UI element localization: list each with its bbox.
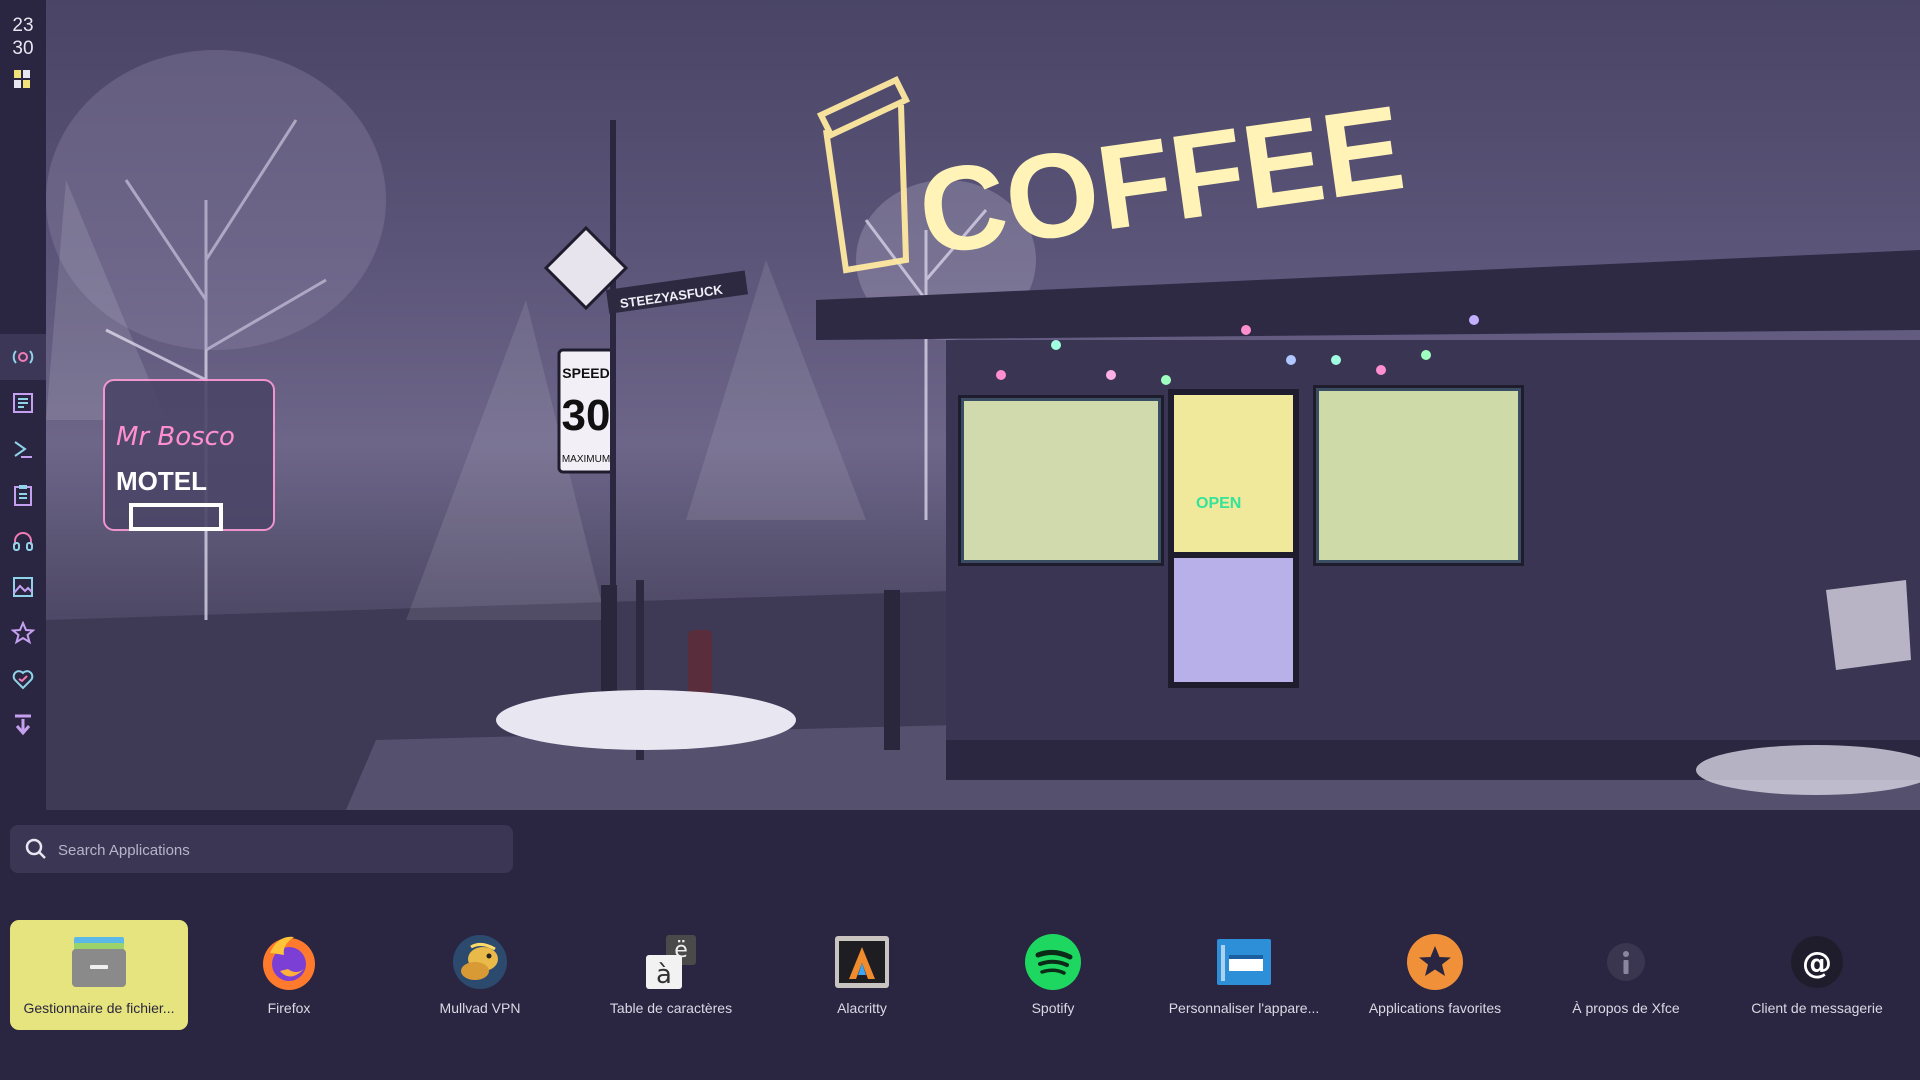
- open-sign: OPEN: [1196, 495, 1241, 512]
- heart-icon: [12, 670, 34, 690]
- app-label: À propos de Xfce: [1572, 1000, 1680, 1016]
- clock-hours: 23: [12, 15, 34, 36]
- speed-sign-top: SPEED: [562, 365, 609, 381]
- search-bar[interactable]: [10, 825, 513, 873]
- sidebar-clipboard[interactable]: [0, 472, 46, 518]
- sidebar-terminal[interactable]: [0, 426, 46, 472]
- download-icon: [15, 714, 31, 736]
- headphones-icon: [13, 532, 33, 551]
- desktop-wallpaper: Mr Bosco MOTEL SPEED 30 MAXIMUM STEEZYAS…: [46, 0, 1920, 810]
- app-mail-client[interactable]: @ Client de messagerie: [1728, 920, 1906, 1030]
- star-icon: [11, 621, 35, 645]
- workspace-icon[interactable]: [14, 70, 30, 88]
- sidebar-star[interactable]: [0, 610, 46, 656]
- search-icon: [25, 838, 46, 859]
- wallpaper-art: Mr Bosco MOTEL SPEED 30 MAXIMUM STEEZYAS…: [46, 50, 1920, 810]
- appearance-icon: [1217, 939, 1271, 985]
- spotify-icon: [1025, 934, 1081, 990]
- app-mullvad[interactable]: Mullvad VPN: [391, 920, 569, 1030]
- app-charmap[interactable]: ë à Table de caractères: [582, 920, 760, 1030]
- app-label: Alacritty: [837, 1000, 887, 1016]
- app-alacritty[interactable]: Alacritty: [773, 920, 951, 1030]
- app-spotify[interactable]: Spotify: [964, 920, 1142, 1030]
- app-label: Firefox: [267, 1000, 311, 1016]
- file-manager-icon: [72, 937, 126, 987]
- app-favorites[interactable]: Applications favorites: [1346, 920, 1524, 1030]
- sidebar-radio[interactable]: [0, 334, 46, 380]
- app-label: Client de messagerie: [1751, 1000, 1883, 1016]
- speed-sign-value: 30: [562, 391, 611, 440]
- app-label: Mullvad VPN: [439, 1000, 521, 1016]
- image-icon: [13, 577, 33, 597]
- app-label: Applications favorites: [1368, 1000, 1502, 1016]
- app-file-manager[interactable]: Gestionnaire de fichier...: [10, 920, 188, 1030]
- sidebar-heart[interactable]: [0, 656, 46, 702]
- firefox-icon: [263, 936, 315, 990]
- app-launcher: Gestionnaire de fichier... Firefox: [0, 810, 1920, 1080]
- sidebar-headphones[interactable]: [0, 518, 46, 564]
- sidebar-image[interactable]: [0, 564, 46, 610]
- left-panel: 23 30: [0, 0, 46, 810]
- app-label: Table de caractères: [609, 1000, 733, 1016]
- radio-icon: [12, 350, 34, 364]
- speed-sign-bottom: MAXIMUM: [562, 454, 610, 465]
- alacritty-icon: [835, 936, 889, 988]
- info-icon: [1607, 943, 1645, 981]
- sidebar-download[interactable]: [0, 702, 46, 748]
- motel-sign-script: Mr Bosco: [116, 422, 235, 452]
- terminal-icon: [14, 441, 32, 458]
- app-label: Spotify: [1031, 1000, 1075, 1016]
- charmap-icon: ë à: [646, 935, 696, 990]
- app-firefox[interactable]: Firefox: [200, 920, 378, 1030]
- app-grid: Gestionnaire de fichier... Firefox Mullv…: [10, 920, 1910, 1032]
- app-label: Gestionnaire de fichier...: [23, 1000, 175, 1016]
- coffee-sign: COFFEE: [911, 80, 1412, 280]
- motel-sign: MOTEL: [116, 466, 207, 496]
- search-input[interactable]: [56, 833, 500, 867]
- app-label: Personnaliser l'appare...: [1168, 1000, 1320, 1016]
- clipboard-icon: [14, 485, 32, 506]
- mullvad-icon: [453, 935, 507, 989]
- sidebar-notes[interactable]: [0, 380, 46, 426]
- clock: 23 30: [0, 14, 46, 60]
- app-about-xfce[interactable]: À propos de Xfce: [1537, 920, 1715, 1030]
- svg-text:@: @: [1802, 946, 1832, 981]
- favorites-icon: [1407, 934, 1463, 990]
- notes-icon: [13, 393, 33, 413]
- app-appearance[interactable]: Personnaliser l'appare...: [1155, 920, 1333, 1030]
- svg-text:à: à: [656, 960, 672, 990]
- favorites-sidebar: [0, 334, 46, 748]
- mail-icon: @: [1791, 936, 1843, 988]
- clock-minutes: 30: [12, 38, 34, 59]
